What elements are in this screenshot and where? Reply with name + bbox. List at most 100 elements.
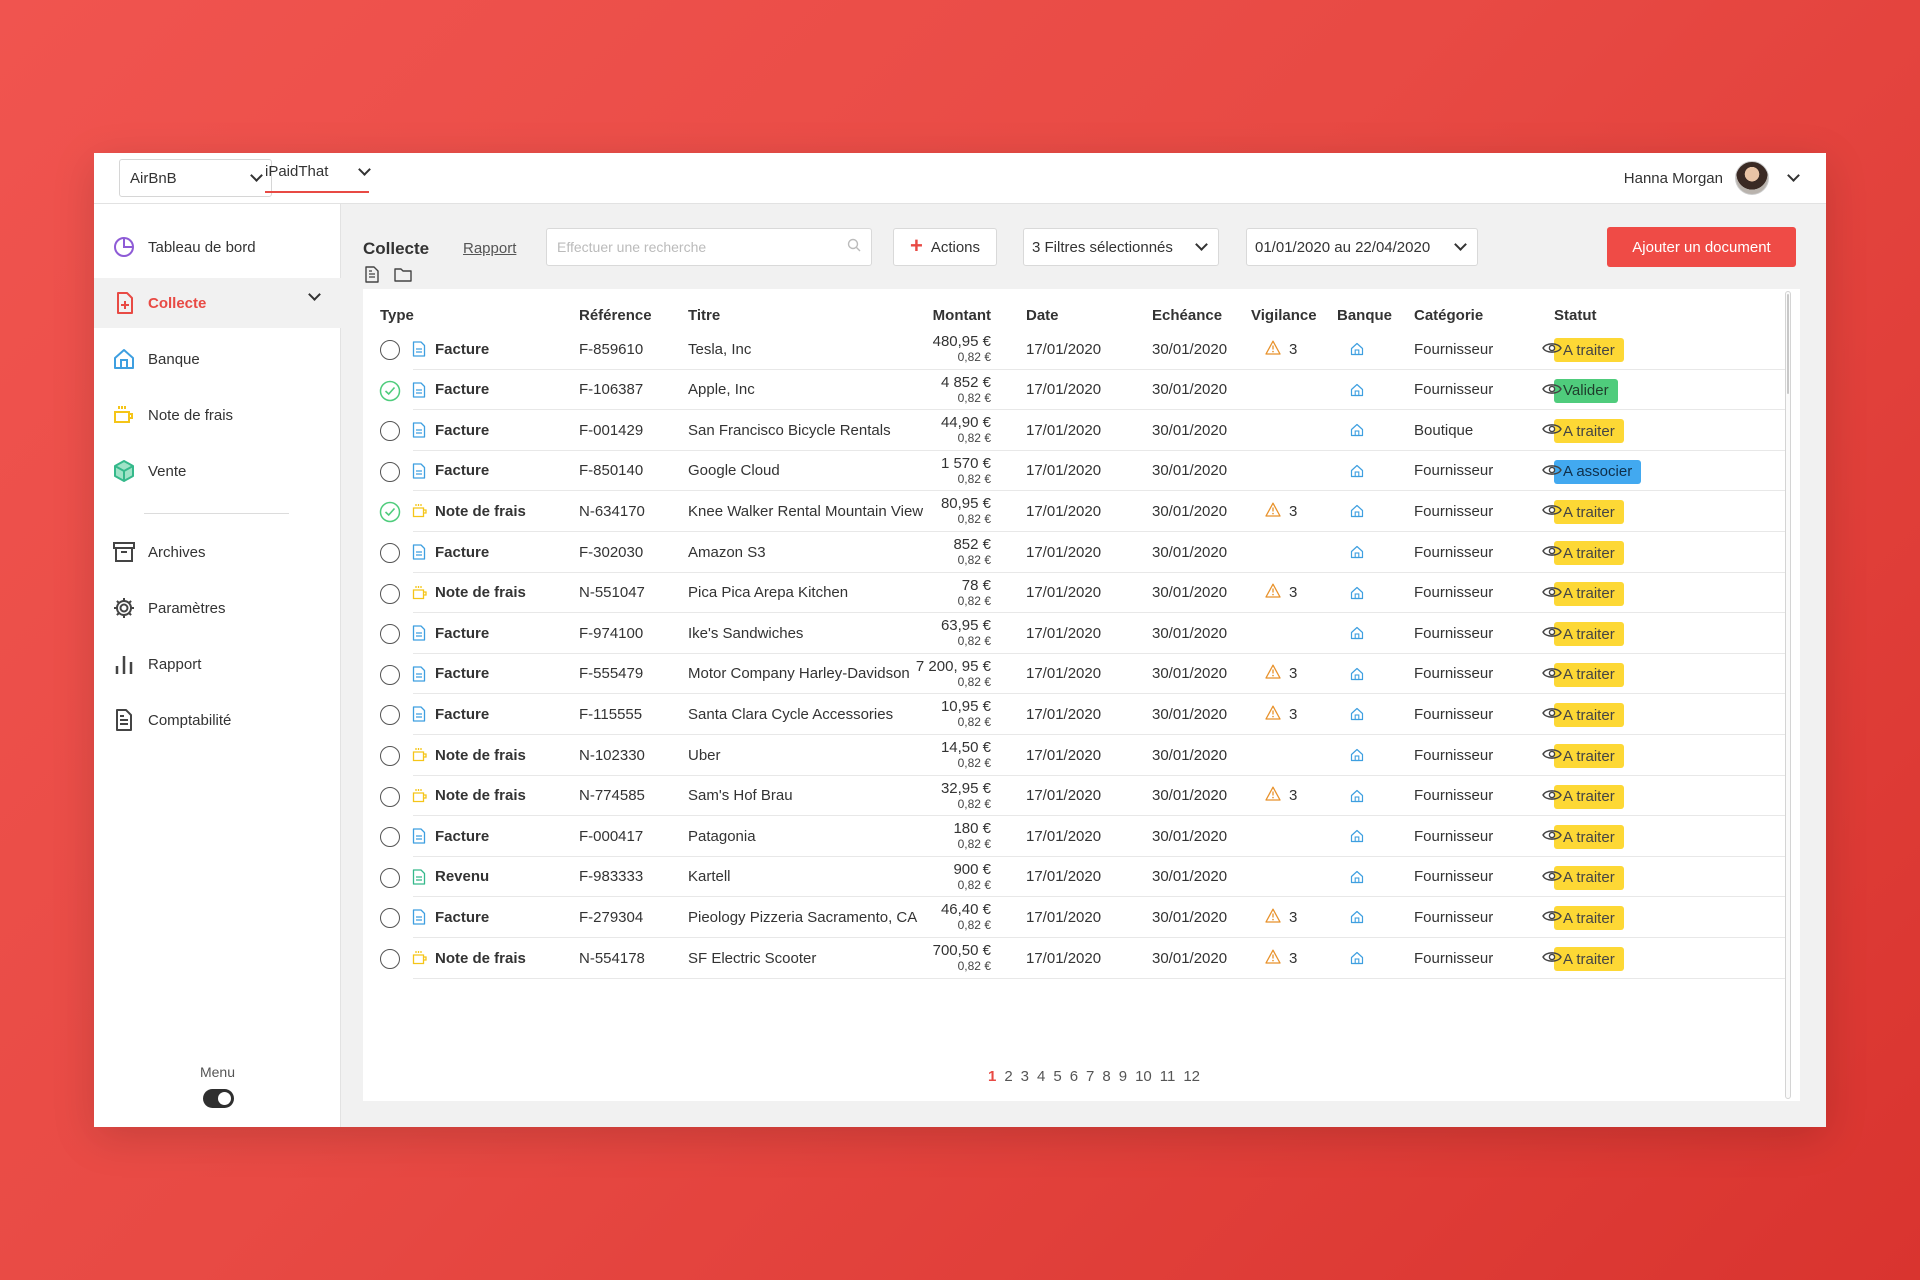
report-link[interactable]: Rapport (463, 240, 516, 257)
table-row[interactable]: Revenu F-983333 Kartell 900 €0,82 € 17/01/20… (363, 857, 1800, 898)
page-link[interactable]: 10 (1135, 1068, 1152, 1085)
eye-icon[interactable] (1542, 625, 1562, 644)
table-row[interactable]: Facture F-555479 Motor Company Harley-Davi… (363, 654, 1800, 695)
row-vigilance[interactable]: 3 (1265, 938, 1297, 978)
eye-icon[interactable] (1542, 544, 1562, 563)
bank-icon[interactable] (1350, 329, 1364, 369)
row-vigilance[interactable]: 3 (1265, 573, 1297, 613)
row-select-radio[interactable] (380, 949, 400, 969)
row-select-radio[interactable] (380, 461, 400, 482)
column-header-vigilance[interactable]: Vigilance (1251, 307, 1317, 324)
eye-icon[interactable] (1542, 747, 1562, 766)
status-badge[interactable]: A traiter (1554, 865, 1624, 890)
status-badge[interactable]: A traiter (1554, 662, 1624, 687)
row-vigilance[interactable]: 3 (1265, 897, 1297, 937)
page-link[interactable]: 3 (1021, 1068, 1029, 1085)
status-badge[interactable]: A traiter (1554, 581, 1624, 606)
table-row[interactable]: Facture F-115555 Santa Clara Cycle Accesso… (363, 694, 1800, 735)
status-badge[interactable]: A traiter (1554, 703, 1624, 728)
sidebar-item-collecte[interactable]: Collecte (94, 278, 341, 328)
sidebar-item-archives[interactable]: Archives (94, 527, 341, 577)
bank-icon[interactable] (1350, 897, 1364, 937)
bank-icon[interactable] (1350, 451, 1364, 491)
page-link[interactable]: 11 (1160, 1068, 1176, 1085)
checked-circle-icon[interactable] (379, 501, 401, 528)
sidebar-item-comptabilite[interactable]: Comptabilité (94, 695, 341, 745)
status-badge[interactable]: A traiter (1554, 825, 1624, 850)
sidebar-item-rapport[interactable]: Rapport (94, 639, 341, 689)
document-view-icon[interactable] (364, 266, 380, 288)
search-input[interactable] (557, 239, 847, 255)
page-link[interactable]: 5 (1053, 1068, 1061, 1085)
add-document-button[interactable]: Ajouter un document (1607, 227, 1796, 267)
table-row[interactable]: Facture F-001429 San Francisco Bicycle Ren… (363, 410, 1800, 451)
eye-icon[interactable] (1542, 503, 1562, 522)
company-select[interactable]: AirBnB (119, 159, 272, 197)
table-row[interactable]: Facture F-106387 Apple, Inc 4 852 €0,82 € 17… (363, 370, 1800, 411)
bank-icon[interactable] (1350, 857, 1364, 897)
table-row[interactable]: Facture F-859610 Tesla, Inc 480,95 €0,82 € 1… (363, 329, 1800, 370)
page-link[interactable]: 12 (1183, 1068, 1200, 1085)
row-select-radio[interactable] (380, 583, 400, 604)
row-select-radio[interactable] (380, 340, 400, 360)
column-header-reference[interactable]: Référence (579, 307, 652, 324)
table-row[interactable]: Note de frais N-774585 Sam's Hof Brau 32,95… (363, 776, 1800, 817)
bank-icon[interactable] (1350, 735, 1364, 775)
column-header-date[interactable]: Date (1026, 307, 1059, 324)
sidebar-item-note-de-frais[interactable]: Note de frais (94, 390, 341, 440)
eye-icon[interactable] (1542, 666, 1562, 685)
row-select-radio[interactable] (380, 543, 400, 563)
status-badge[interactable]: A traiter (1554, 947, 1624, 971)
table-row[interactable]: Note de frais N-554178 SF Electric Scooter… (363, 938, 1800, 979)
eye-icon[interactable] (1542, 341, 1562, 360)
status-badge[interactable]: A traiter (1554, 419, 1624, 444)
status-badge[interactable]: A traiter (1554, 784, 1624, 809)
row-select-radio[interactable] (380, 908, 400, 929)
avatar[interactable] (1735, 161, 1769, 195)
row-select-radio[interactable] (380, 746, 400, 766)
chevron-down-icon[interactable] (308, 288, 321, 301)
table-row[interactable]: Facture F-302030 Amazon S3 852 €0,82 € 17/01… (363, 532, 1800, 573)
table-row[interactable]: Note de frais N-551047 Pica Pica Arepa Kit… (363, 573, 1800, 614)
row-vigilance[interactable]: 3 (1265, 491, 1297, 531)
row-vigilance[interactable]: 3 (1265, 694, 1297, 734)
eye-icon[interactable] (1542, 788, 1562, 807)
filters-select[interactable]: 3 Filtres sélectionnés (1023, 228, 1219, 266)
column-header-titre[interactable]: Titre (688, 307, 720, 324)
page-link[interactable]: 4 (1037, 1068, 1045, 1085)
status-badge[interactable]: A associer (1554, 459, 1642, 484)
search-icon[interactable] (847, 238, 861, 257)
eye-icon[interactable] (1542, 585, 1562, 604)
eye-icon[interactable] (1542, 706, 1562, 725)
row-vigilance[interactable]: 3 (1265, 776, 1297, 816)
column-header-echeance[interactable]: Echéance (1152, 307, 1222, 324)
row-select-radio[interactable] (380, 705, 400, 726)
bank-icon[interactable] (1350, 776, 1364, 816)
table-row[interactable]: Facture F-974100 Ike's Sandwiches 63,95 €0,… (363, 613, 1800, 654)
page-link[interactable]: 9 (1119, 1068, 1127, 1085)
eye-icon[interactable] (1542, 422, 1562, 441)
checked-circle-icon[interactable] (379, 380, 401, 407)
app-select[interactable]: iPaidThat (265, 163, 371, 193)
bank-icon[interactable] (1350, 613, 1364, 653)
row-select-radio[interactable] (380, 624, 400, 645)
bank-icon[interactable] (1350, 938, 1364, 978)
row-vigilance[interactable]: 3 (1265, 329, 1297, 369)
page-link[interactable]: 2 (1004, 1068, 1012, 1085)
page-link[interactable]: 6 (1070, 1068, 1078, 1085)
sidebar-item-dashboard[interactable]: Tableau de bord (94, 222, 341, 272)
eye-icon[interactable] (1542, 463, 1562, 482)
status-badge[interactable]: A traiter (1554, 541, 1624, 565)
eye-icon[interactable] (1542, 909, 1562, 928)
bank-icon[interactable] (1350, 491, 1364, 531)
table-row[interactable]: Facture F-279304 Pieology Pizzeria Sacrame… (363, 897, 1800, 938)
actions-button[interactable]: + Actions (893, 228, 997, 266)
sidebar-item-vente[interactable]: Vente (94, 446, 341, 496)
table-row[interactable]: Facture F-850140 Google Cloud 1 570 €0,82 €… (363, 451, 1800, 492)
bank-icon[interactable] (1350, 370, 1364, 410)
user-menu[interactable]: Hanna Morgan (1624, 160, 1800, 196)
row-select-radio[interactable] (380, 827, 400, 848)
row-vigilance[interactable]: 3 (1265, 654, 1297, 694)
column-header-type[interactable]: Type (380, 307, 414, 324)
column-header-statut[interactable]: Statut (1554, 307, 1597, 324)
